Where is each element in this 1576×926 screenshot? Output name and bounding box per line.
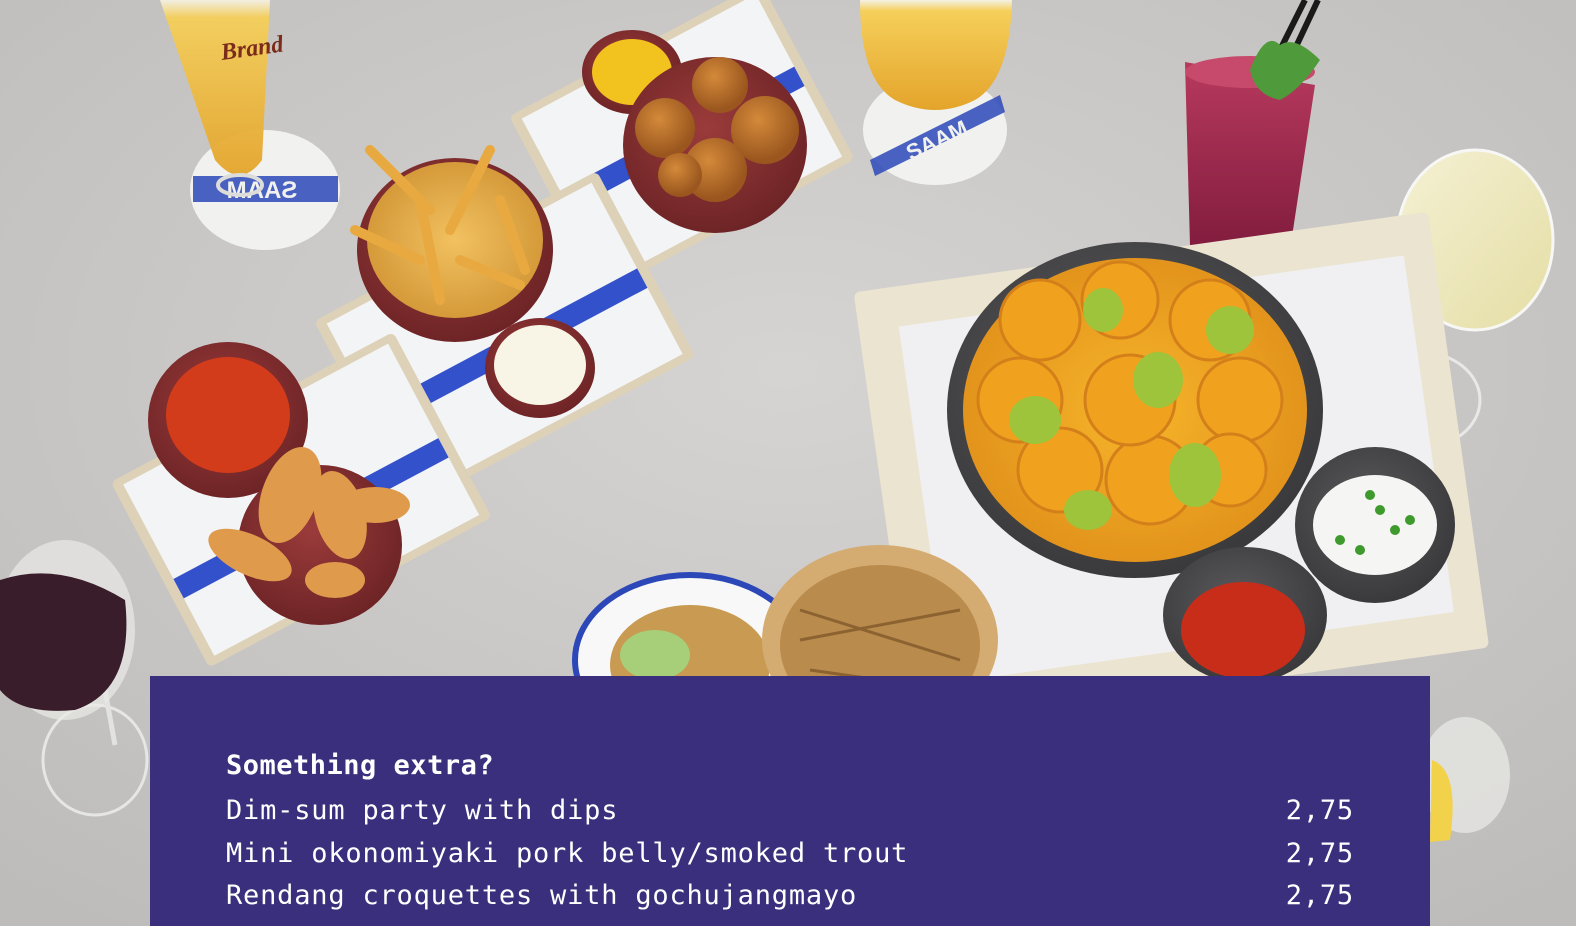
menu-item-name: Dim-sum party with dips	[226, 795, 619, 826]
menu-item-price: 2,75	[1285, 880, 1354, 911]
menu-item-name: Rendang croquettes with gochujangmayo	[226, 880, 858, 911]
menu-item: Dim-sum party with dips 2,75	[226, 790, 1354, 833]
menu-item: Mini okonomiyaki pork belly/smoked trout…	[226, 833, 1354, 876]
menu-item-price: 2,75	[1285, 837, 1354, 869]
menu-item-price: 2,75	[1285, 795, 1354, 826]
page: SAAM Brand SAAM Something extra? Dim-sum…	[0, 0, 1576, 926]
menu-list: Dim-sum party with dips 2,75 Mini okonom…	[226, 790, 1354, 918]
menu-item-name: Mini okonomiyaki pork belly/smoked trout	[226, 837, 909, 869]
menu-item: Rendang croquettes with gochujangmayo 2,…	[226, 875, 1354, 918]
menu-heading: Something extra?	[226, 750, 495, 781]
menu-panel: Something extra? Dim-sum party with dips…	[150, 676, 1430, 926]
